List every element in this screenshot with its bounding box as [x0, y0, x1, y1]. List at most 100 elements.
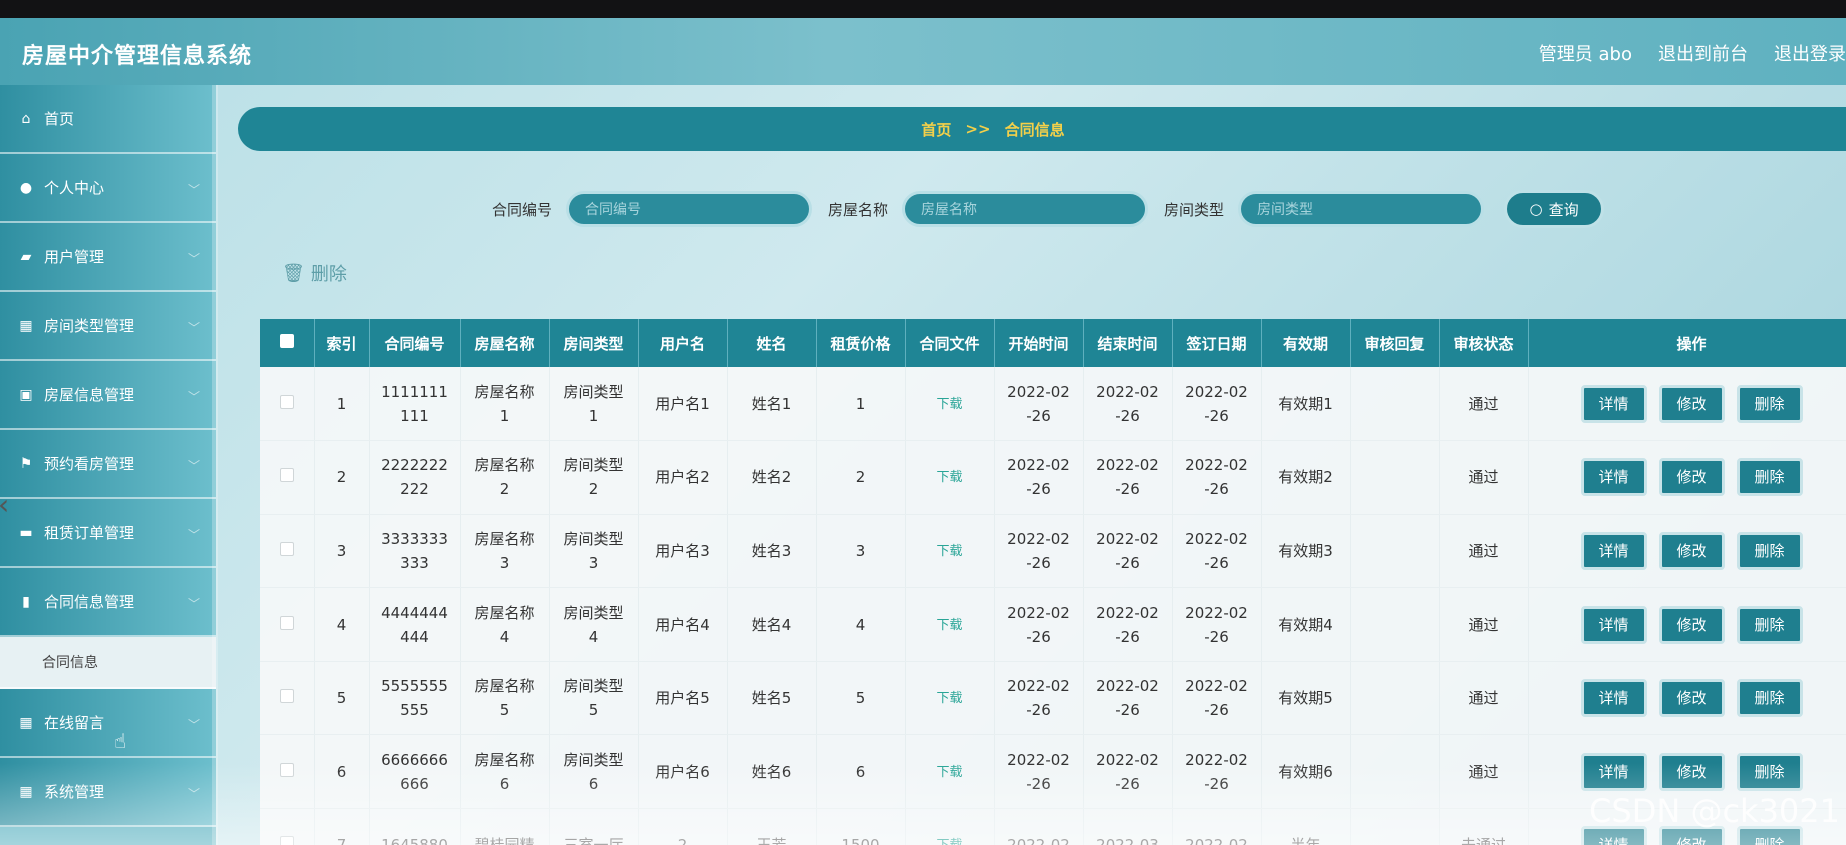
table-cell: 房间类型 3: [549, 514, 639, 589]
cell-text: 2: [336, 468, 347, 487]
table-cell: 7: [314, 808, 370, 845]
logout-link[interactable]: 退出登录: [1774, 40, 1846, 66]
row-select-cell[interactable]: [260, 734, 315, 810]
delete-button[interactable]: 删除: [1736, 605, 1803, 644]
table-cell: 房间类型 4: [549, 587, 639, 662]
row-checkbox[interactable]: [279, 689, 294, 704]
sidebar-item-user-manage[interactable]: ▰ 用户管理 ﹀: [0, 223, 216, 292]
table-row: 1 1111111 111 房屋名称 1 房间类型 1 用户名1 姓名1 1 下载 2022-0…: [260, 367, 1846, 442]
row-select-cell[interactable]: [260, 440, 315, 515]
cell-text: 2222222 222: [381, 456, 448, 499]
edit-button[interactable]: 修改: [1658, 752, 1725, 791]
row-actions-cell: 详情修改删除: [1528, 440, 1846, 515]
row-select-cell[interactable]: [260, 808, 315, 845]
download-link[interactable]: 下载: [936, 544, 962, 559]
delete-button[interactable]: 删除: [1736, 752, 1803, 791]
table-cell: 6666666 666: [369, 734, 461, 810]
row-select-cell[interactable]: [260, 587, 315, 662]
row-checkbox[interactable]: [279, 394, 294, 409]
app-title: 房屋中介管理信息系统: [22, 44, 253, 69]
cell-text: 有效期2: [1278, 468, 1333, 487]
download-link[interactable]: 下载: [936, 691, 962, 706]
delete-button[interactable]: 删除: [1736, 384, 1803, 423]
chevron-down-icon: ﹀: [187, 597, 200, 611]
row-select-cell[interactable]: [260, 367, 315, 442]
batch-delete-label: 删除: [310, 264, 347, 285]
cell-text: 有效期6: [1278, 762, 1333, 781]
detail-button[interactable]: 详情: [1580, 531, 1647, 570]
cell-text: 王芳: [756, 836, 786, 845]
contract-table: 索引 合同编号 房屋名称 房间类型 用户名 姓名 租赁价格 合同文件 开始时间 …: [260, 319, 1846, 845]
cell-text: 房屋名称 1: [474, 382, 535, 425]
cell-text: 5: [336, 689, 347, 708]
breadcrumb-home[interactable]: 首页: [921, 119, 951, 140]
admin-label[interactable]: 管理员 abo: [1539, 40, 1632, 66]
sidebar-item-contract-manage[interactable]: ▮ 合同信息管理 ﹀: [0, 568, 216, 637]
delete-button[interactable]: 删除: [1736, 679, 1803, 718]
sidebar-subitem-contract-info[interactable]: 合同信息: [0, 637, 216, 689]
row-actions-cell: 详情修改删除: [1528, 367, 1846, 442]
room-type-input[interactable]: 房间类型: [1238, 191, 1485, 227]
contract-no-input[interactable]: 合同编号: [566, 191, 813, 227]
row-checkbox[interactable]: [279, 615, 294, 630]
download-link[interactable]: 下载: [936, 397, 962, 412]
sidebar-item-home[interactable]: ⌂ 首页: [0, 85, 216, 154]
cell-text: 2022-02 -26: [1185, 529, 1248, 572]
download-link[interactable]: 下载: [936, 470, 962, 485]
query-button[interactable]: ○ 查询: [1504, 190, 1605, 228]
edit-button[interactable]: 修改: [1658, 605, 1725, 644]
table-cell: 4: [816, 587, 906, 662]
sidebar-item-personal-center[interactable]: ● 个人中心 ﹀: [0, 154, 216, 223]
table-cell: [1350, 587, 1440, 662]
column-header: 合同文件: [905, 319, 995, 367]
select-all-checkbox[interactable]: [279, 334, 294, 348]
sidebar-item-system-manage[interactable]: ▦ 系统管理 ﹀: [0, 758, 216, 827]
row-checkbox[interactable]: [279, 836, 294, 845]
exit-to-frontend-link[interactable]: 退出到前台: [1658, 40, 1748, 66]
download-link[interactable]: 下载: [936, 618, 962, 633]
row-select-cell[interactable]: [260, 661, 315, 736]
house-name-input[interactable]: 房屋名称: [902, 191, 1149, 227]
table-cell: 2022-02 -26: [1172, 440, 1262, 515]
sidebar-item-rental-order[interactable]: ▬ 租赁订单管理 ﹀: [0, 499, 216, 568]
edit-button[interactable]: 修改: [1658, 384, 1725, 423]
row-checkbox[interactable]: [279, 541, 294, 556]
cell-text: 4: [855, 615, 866, 634]
detail-button[interactable]: 详情: [1580, 384, 1647, 423]
sidebar-item-viewing-appointment[interactable]: ⚑ 预约看房管理 ﹀: [0, 430, 216, 499]
row-select-cell[interactable]: [260, 514, 315, 589]
edit-button[interactable]: 修改: [1658, 458, 1725, 497]
sidebar-item-house-info-manage[interactable]: ▣ 房屋信息管理 ﹀: [0, 361, 216, 430]
collapse-arrow-icon[interactable]: ‹: [0, 488, 9, 521]
row-checkbox[interactable]: [279, 762, 294, 777]
edit-button[interactable]: 修改: [1658, 679, 1725, 718]
detail-button[interactable]: 详情: [1580, 458, 1647, 497]
download-link[interactable]: 下载: [936, 765, 962, 780]
batch-delete-button[interactable]: 🗑 删除: [282, 260, 347, 286]
delete-button[interactable]: 删除: [1736, 458, 1803, 497]
cell-text: 3333333 333: [381, 529, 448, 572]
sidebar-item-label: 个人中心: [44, 179, 105, 197]
column-header: 用户名: [638, 319, 728, 367]
edit-button[interactable]: 修改: [1658, 531, 1725, 570]
table-cell: 2022-02 -26: [1083, 514, 1173, 589]
table-cell: [1350, 440, 1440, 515]
table-cell: 6: [816, 734, 906, 810]
cell-text: 2022-02 -26: [1185, 677, 1248, 720]
sidebar-item-room-type-manage[interactable]: ▦ 房间类型管理 ﹀: [0, 292, 216, 361]
cell-text: 半年: [1290, 836, 1320, 845]
detail-button[interactable]: 详情: [1580, 679, 1647, 718]
table-cell: 通过: [1439, 661, 1529, 736]
sidebar-item-online-message[interactable]: ▦ 在线留言 ﹀: [0, 689, 216, 758]
chevron-down-icon: ﹀: [187, 459, 200, 473]
cell-text: 2022-02 -26: [1096, 603, 1159, 646]
download-link[interactable]: 下载: [936, 838, 962, 845]
select-all-header[interactable]: [260, 319, 315, 367]
row-checkbox[interactable]: [279, 468, 294, 483]
detail-button[interactable]: 详情: [1580, 752, 1647, 791]
cell-text: 2022-02 -26: [1096, 456, 1159, 499]
delete-button[interactable]: 删除: [1736, 531, 1803, 570]
detail-button[interactable]: 详情: [1580, 605, 1647, 644]
cell-text: 2022-02 -26: [1096, 750, 1159, 793]
cell-text: 姓名5: [751, 689, 792, 708]
